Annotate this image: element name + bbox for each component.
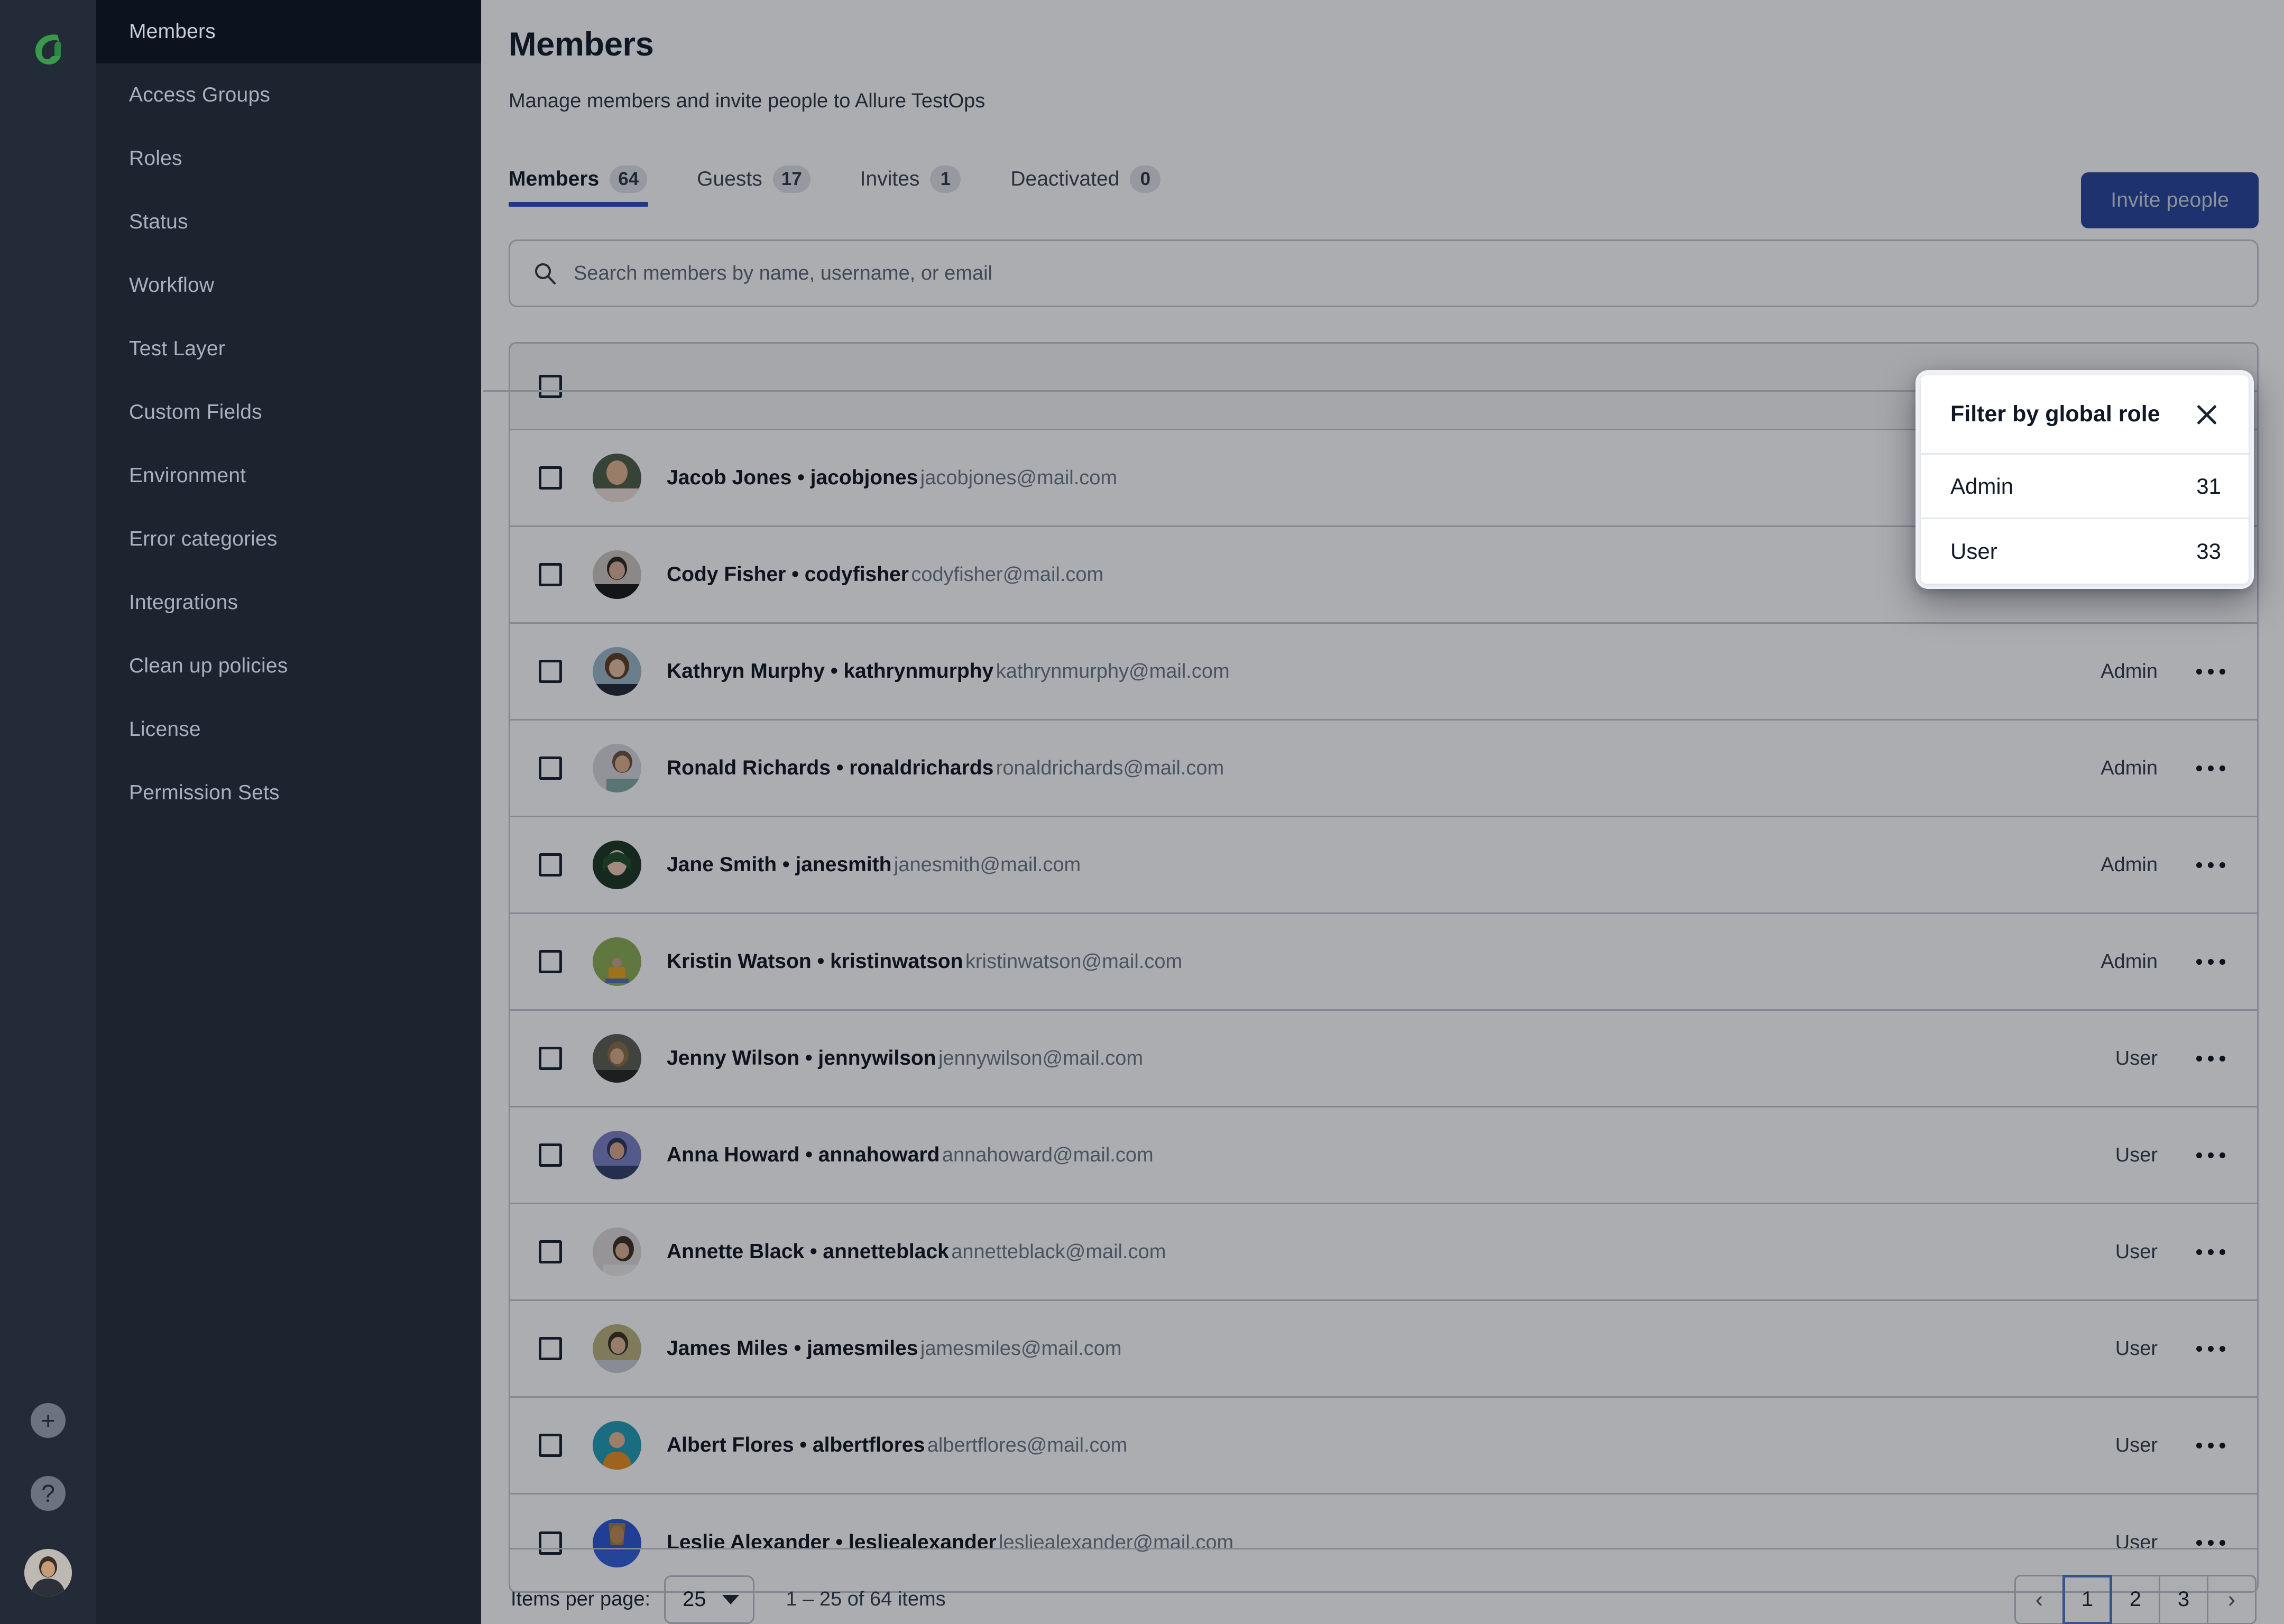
filter-option-count: 33 <box>2196 539 2221 564</box>
app-root: + ? Members Access Groups Roles Status W… <box>0 0 2284 1624</box>
sidebar-item-label: Members <box>129 20 216 43</box>
sidebar-item-label: Test Layer <box>129 337 225 360</box>
help-question-icon[interactable]: ? <box>31 1476 66 1511</box>
sidebar-item-environment[interactable]: Environment <box>96 444 481 508</box>
sidebar-item-label: Status <box>129 210 188 233</box>
filter-popup-card: Filter by global role Admin 31 User 33 <box>1921 375 2249 584</box>
sidebar-item-label: Custom Fields <box>129 401 262 423</box>
filter-option-admin[interactable]: Admin 31 <box>1921 455 2249 519</box>
main-content: Members Manage members and invite people… <box>481 0 2284 1624</box>
sidebar-item-test-layer[interactable]: Test Layer <box>96 317 481 381</box>
sidebar-item-status[interactable]: Status <box>96 190 481 254</box>
sidebar-item-label: Clean up policies <box>129 654 288 677</box>
sidebar-item-label: Environment <box>129 464 246 487</box>
rail-bottom-actions: + ? <box>0 1403 96 1597</box>
sidebar-item-label: Permission Sets <box>129 781 280 804</box>
filter-popup-title: Filter by global role <box>1950 401 2160 427</box>
sidebar-item-label: Integrations <box>129 591 238 614</box>
logo-rail: + ? <box>0 0 96 1624</box>
sidebar-item-error-categories[interactable]: Error categories <box>96 508 481 571</box>
filter-popup-header: Filter by global role <box>1921 375 2249 455</box>
sidebar-item-members[interactable]: Members <box>96 0 481 63</box>
sidebar-item-permission-sets[interactable]: Permission Sets <box>96 761 481 825</box>
sidebar-item-label: License <box>129 718 201 741</box>
avatar[interactable] <box>24 1549 72 1597</box>
sidebar-item-label: Error categories <box>129 528 278 550</box>
sidebar-item-label: Roles <box>129 147 182 170</box>
sidebar-item-label: Access Groups <box>129 84 271 106</box>
filter-option-label: Admin <box>1950 473 2014 499</box>
sidebar-item-access-groups[interactable]: Access Groups <box>96 63 481 127</box>
close-icon[interactable] <box>2193 400 2221 429</box>
sidebar-item-label: Workflow <box>129 274 215 297</box>
filter-by-global-role-popup: Filter by global role Admin 31 User 33 <box>1915 370 2254 589</box>
sidebar-item-custom-fields[interactable]: Custom Fields <box>96 381 481 444</box>
filter-option-label: User <box>1950 539 1997 564</box>
filter-option-user[interactable]: User 33 <box>1921 519 2249 584</box>
allure-logo-icon[interactable] <box>23 22 73 73</box>
sidebar-item-integrations[interactable]: Integrations <box>96 571 481 634</box>
sidebar-item-license[interactable]: License <box>96 698 481 761</box>
sidebar-item-clean-up-policies[interactable]: Clean up policies <box>96 634 481 698</box>
settings-sidebar-nav: Members Access Groups Roles Status Workf… <box>96 0 481 1624</box>
plus-icon[interactable]: + <box>31 1403 66 1438</box>
sidebar-item-roles[interactable]: Roles <box>96 127 481 190</box>
sidebar-item-workflow[interactable]: Workflow <box>96 254 481 317</box>
filter-option-count: 31 <box>2196 473 2221 499</box>
modal-scrim[interactable] <box>481 0 2284 1624</box>
